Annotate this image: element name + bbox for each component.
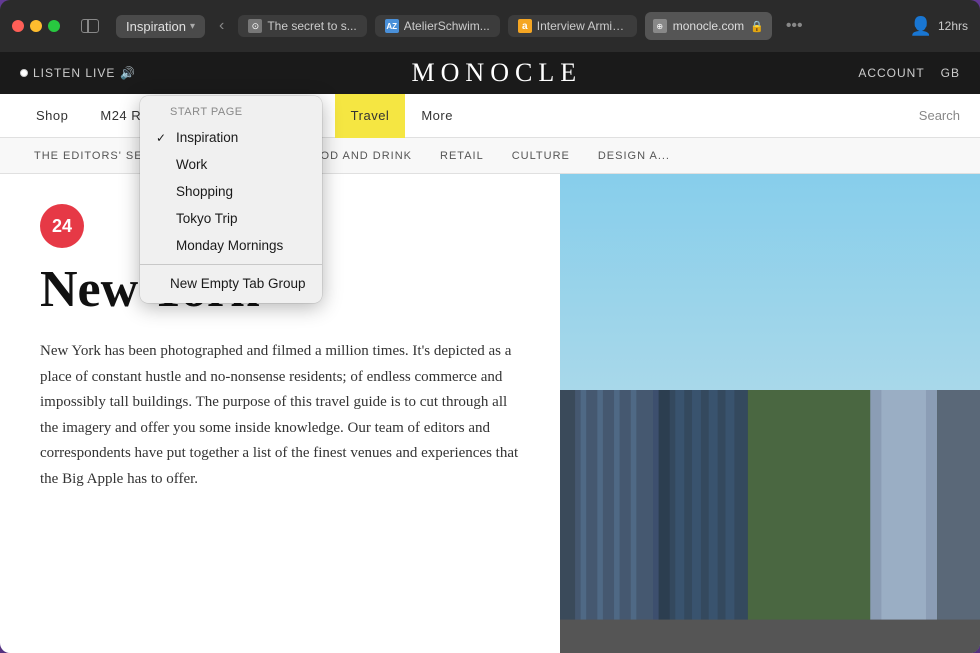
dropdown-item-tokyo[interactable]: Tokyo Trip bbox=[140, 205, 322, 232]
listen-live-section[interactable]: LISTEN LIVE 🔊 bbox=[20, 66, 135, 80]
dropdown-item-shopping[interactable]: Shopping bbox=[140, 178, 322, 205]
back-button[interactable]: ‹ bbox=[213, 15, 230, 37]
tab-bar: Inspiration ▾ ‹ ⊙ The secret to s... AZ … bbox=[0, 0, 980, 52]
chevron-down-icon: ▾ bbox=[190, 21, 195, 32]
monocle-logo: MONOCLE bbox=[135, 58, 858, 88]
nav-travel[interactable]: Travel bbox=[335, 94, 406, 138]
nav-search[interactable]: Search bbox=[919, 108, 960, 123]
close-button[interactable] bbox=[12, 20, 24, 32]
audio-icon: 🔊 bbox=[120, 66, 135, 80]
tab-group-label: Inspiration bbox=[126, 19, 186, 34]
region-selector[interactable]: GB bbox=[941, 66, 960, 80]
dropdown-header: Start Page bbox=[140, 102, 322, 124]
website-content: LISTEN LIVE 🔊 MONOCLE ACCOUNT GB Shop M2… bbox=[0, 52, 980, 653]
listen-live-label: LISTEN LIVE bbox=[33, 66, 115, 80]
dropdown-item-work[interactable]: Work bbox=[140, 151, 322, 178]
dropdown-divider bbox=[140, 264, 322, 265]
dropdown-item-inspiration[interactable]: ✓ Inspiration bbox=[140, 124, 322, 151]
tab-favicon-2: AZ bbox=[385, 19, 399, 33]
tab-1[interactable]: ⊙ The secret to s... bbox=[238, 15, 366, 37]
active-tab-favicon: ⊕ bbox=[653, 19, 667, 33]
monocle-top-right: ACCOUNT GB bbox=[858, 66, 960, 80]
dropdown-item-monday[interactable]: Monday Mornings bbox=[140, 232, 322, 259]
tab-3[interactable]: a Interview Armin... bbox=[508, 15, 637, 37]
tab-favicon-3: a bbox=[518, 19, 532, 33]
city-description: New York has been photographed and filme… bbox=[40, 339, 520, 492]
lock-icon: 🔒 bbox=[750, 20, 764, 33]
tab-favicon-1: ⊙ bbox=[248, 19, 262, 33]
active-tab-label: monocle.com bbox=[673, 19, 744, 33]
account-link[interactable]: ACCOUNT bbox=[858, 66, 924, 80]
sky bbox=[560, 174, 980, 390]
maximize-button[interactable] bbox=[48, 20, 60, 32]
dropdown-new-group[interactable]: New Empty Tab Group bbox=[140, 270, 322, 297]
tab-label-2: AtelierSchwim... bbox=[404, 19, 490, 33]
subnav-retail[interactable]: RETAIL bbox=[426, 138, 498, 174]
tab-label-1: The secret to s... bbox=[267, 19, 356, 33]
tab-2[interactable]: AZ AtelierSchwim... bbox=[375, 15, 500, 37]
tab-group-button[interactable]: Inspiration ▾ bbox=[116, 15, 205, 38]
subnav-culture[interactable]: CULTURE bbox=[498, 138, 584, 174]
tab-group-dropdown[interactable]: Start Page ✓ Inspiration Work Shopping T… bbox=[140, 96, 322, 303]
issue-badge: 24 bbox=[40, 204, 84, 248]
time-display: 12hrs bbox=[938, 19, 968, 33]
checkmark-icon: ✓ bbox=[156, 131, 170, 145]
active-tab[interactable]: ⊕ monocle.com 🔒 bbox=[645, 12, 772, 40]
city-image bbox=[560, 174, 980, 653]
monocle-topbar: LISTEN LIVE 🔊 MONOCLE ACCOUNT GB bbox=[0, 52, 980, 94]
traffic-lights bbox=[12, 20, 60, 32]
minimize-button[interactable] bbox=[30, 20, 42, 32]
content-right bbox=[560, 174, 980, 653]
tab-label-3: Interview Armin... bbox=[537, 19, 627, 33]
sidebar-icon bbox=[81, 19, 99, 33]
subnav-design[interactable]: DESIGN A... bbox=[584, 138, 684, 174]
listen-live-dot bbox=[20, 69, 28, 77]
sidebar-toggle-button[interactable] bbox=[76, 15, 104, 37]
nav-shop[interactable]: Shop bbox=[20, 94, 84, 138]
browser-window: Inspiration ▾ ‹ ⊙ The secret to s... AZ … bbox=[0, 0, 980, 653]
account-icon[interactable]: 👤 bbox=[910, 16, 932, 37]
nav-more[interactable]: More bbox=[405, 94, 469, 138]
tab-more-button[interactable]: ••• bbox=[780, 15, 809, 37]
